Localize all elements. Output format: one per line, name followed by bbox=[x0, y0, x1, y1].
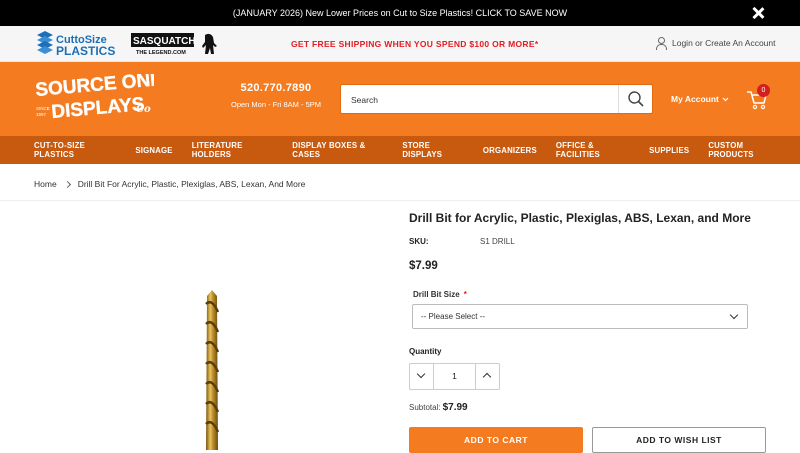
option-label-text: Drill Bit Size bbox=[413, 290, 460, 299]
my-account-label[interactable]: My Account bbox=[671, 94, 719, 104]
search-icon bbox=[628, 91, 644, 107]
breadcrumb-home[interactable]: Home bbox=[34, 179, 57, 189]
nav-item-office-facilities[interactable]: OFFICE & FACILITIES bbox=[556, 141, 630, 159]
nav-item-organizers[interactable]: ORGANIZERS bbox=[483, 146, 537, 155]
sku-label: SKU: bbox=[409, 237, 429, 246]
sasquatch-logo[interactable]: SASQUATCH THE LEGEND.COM bbox=[130, 31, 220, 57]
nav-item-custom-products[interactable]: CUSTOM PRODUCTS bbox=[708, 141, 781, 159]
contact-info: 520.770.7890 Open Mon - Fri 8AM - 5PM bbox=[226, 82, 326, 109]
product-price: $7.99 bbox=[409, 260, 438, 272]
close-icon[interactable] bbox=[750, 5, 766, 21]
nav-item-cut-to-size-plastics[interactable]: CUT-TO-SIZE PLASTICS bbox=[34, 141, 116, 159]
subtotal-value: $7.99 bbox=[442, 402, 468, 413]
search-placeholder: Search bbox=[351, 95, 378, 105]
my-account-menu[interactable]: My Account bbox=[671, 94, 729, 104]
add-to-cart-button[interactable]: ADD TO CART bbox=[409, 427, 583, 453]
logo-cut-line2: PLASTICS bbox=[56, 44, 115, 57]
chevron-up-icon bbox=[482, 372, 492, 382]
nav-item-signage[interactable]: SIGNAGE bbox=[135, 146, 172, 155]
chevron-down-icon bbox=[722, 97, 729, 101]
nav-item-supplies[interactable]: SUPPLIES bbox=[649, 146, 689, 155]
announcement-bar[interactable]: (JANUARY 2026) New Lower Prices on Cut t… bbox=[0, 0, 800, 26]
quantity-label: Quantity bbox=[409, 347, 442, 356]
utility-bar: CuttoSize PLASTICS SASQUATCH THE LEGEND.… bbox=[0, 26, 800, 62]
option-label: Drill Bit Size * bbox=[413, 290, 467, 299]
nav-item-store-displays[interactable]: STORE DISPLAYS bbox=[402, 141, 464, 159]
required-marker: * bbox=[463, 290, 467, 299]
logo-sas-line2: THE LEGEND.COM bbox=[136, 50, 186, 56]
cart-count-badge: 0 bbox=[757, 84, 770, 97]
search-button[interactable] bbox=[618, 85, 652, 113]
source-one-displays-logo[interactable]: SOURCE ONE DISPLAYS Co SINCE 1997 bbox=[34, 74, 154, 124]
select-value: -- Please Select -- bbox=[421, 312, 486, 321]
logo-sas-line1: SASQUATCH bbox=[133, 36, 196, 47]
chevron-down-icon bbox=[729, 310, 739, 320]
user-icon bbox=[656, 37, 667, 50]
add-to-wishlist-button[interactable]: ADD TO WISH LIST bbox=[592, 427, 766, 453]
chevron-right-icon bbox=[63, 180, 71, 188]
phone-number[interactable]: 520.770.7890 bbox=[226, 82, 326, 94]
subtotal-label: Subtotal: bbox=[409, 403, 441, 412]
breadcrumb-current: Drill Bit For Acrylic, Plastic, Plexigla… bbox=[77, 179, 306, 189]
divider bbox=[0, 200, 800, 201]
brand-year: 1997 bbox=[36, 112, 47, 117]
quantity-decrease-button[interactable] bbox=[410, 364, 434, 389]
subtotal: Subtotal: $7.99 bbox=[409, 402, 468, 413]
cut-to-size-plastics-logo[interactable]: CuttoSize PLASTICS bbox=[34, 31, 120, 57]
announcement-text[interactable]: (JANUARY 2026) New Lower Prices on Cut t… bbox=[233, 8, 567, 18]
free-shipping-promo: GET FREE SHIPPING WHEN YOU SPEND $100 OR… bbox=[291, 39, 539, 49]
chevron-down-icon bbox=[416, 369, 426, 379]
quantity-input[interactable]: 1 bbox=[434, 364, 475, 389]
business-hours: Open Mon - Fri 8AM - 5PM bbox=[230, 100, 322, 109]
product-title: Drill Bit for Acrylic, Plastic, Plexigla… bbox=[409, 211, 751, 225]
login-link[interactable]: Login or Create An Account bbox=[656, 37, 776, 50]
login-text[interactable]: Login or Create An Account bbox=[672, 38, 776, 48]
product-image[interactable] bbox=[190, 290, 240, 450]
drill-bit-size-select[interactable]: -- Please Select -- bbox=[412, 304, 748, 329]
quantity-stepper: 1 bbox=[409, 363, 500, 390]
search-input[interactable]: Search bbox=[340, 84, 653, 114]
breadcrumb: Home Drill Bit For Acrylic, Plastic, Ple… bbox=[34, 179, 305, 189]
main-header: SOURCE ONE DISPLAYS Co SINCE 1997 520.77… bbox=[0, 62, 800, 136]
brand-since: SINCE bbox=[36, 106, 50, 111]
quantity-increase-button[interactable] bbox=[475, 364, 499, 389]
nav-item-literature-holders[interactable]: LITERATURE HOLDERS bbox=[192, 141, 274, 159]
nav-item-display-boxes-cases[interactable]: DISPLAY BOXES & CASES bbox=[292, 141, 383, 159]
sku-value: S1 DRILL bbox=[480, 237, 515, 246]
main-nav: CUT-TO-SIZE PLASTICS SIGNAGE LITERATURE … bbox=[0, 136, 800, 164]
brand-co: Co bbox=[136, 104, 151, 115]
